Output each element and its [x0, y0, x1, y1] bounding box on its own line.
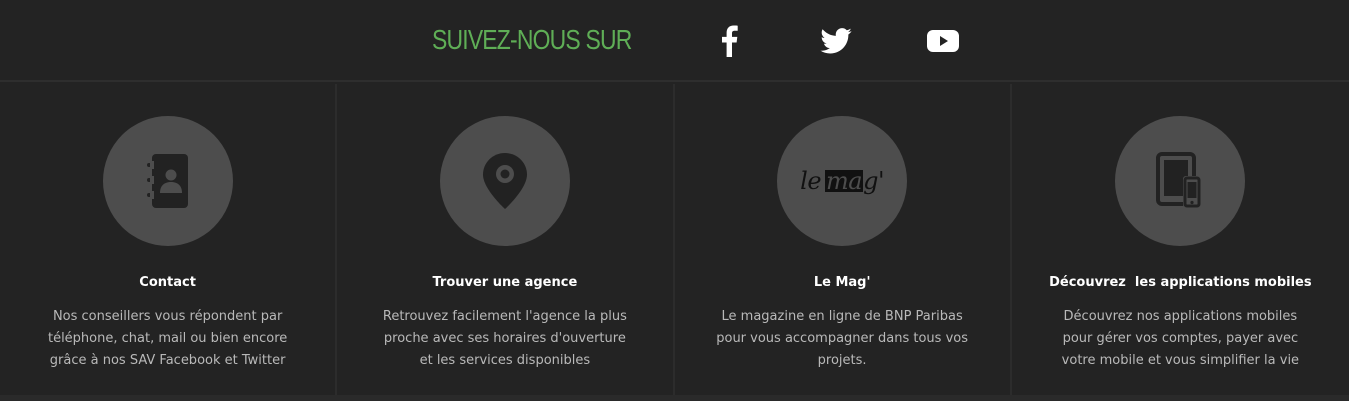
description-line: Nos conseillers vous répondent par [52, 309, 283, 324]
mobile-apps-card[interactable]: Découvrez les applications mobiles Décou… [1012, 84, 1349, 395]
social-follow-bar: SUIVEZ-NOUS SUR [0, 0, 1349, 82]
description-line: proche avec ses horaires d'ouverture [383, 331, 626, 346]
le-mag-title: Le Mag' [813, 275, 871, 290]
le-mag-logo-le: le [800, 167, 822, 195]
le-mag-circle: le ma g' [777, 116, 908, 246]
description-line: téléphone, chat, mail ou bien encore [47, 331, 288, 346]
description-line: projets. [817, 353, 867, 368]
follow-us-title: SUIVEZ-NOUS SUR [432, 24, 632, 55]
description-line: Retrouvez facilement l'agence la plus [382, 309, 627, 324]
description-line: Le magazine en ligne de BNP Paribas [721, 309, 963, 324]
le-mag-logo: le ma g' [800, 167, 884, 195]
description-line: grâce à nos SAV Facebook et Twitter [49, 353, 286, 368]
find-agency-description: Retrouvez facilement l'agence la plus pr… [377, 306, 632, 372]
mobile-apps-title: Découvrez les applications mobiles [1049, 275, 1312, 290]
contact-card[interactable]: Contact Nos conseillers vous répondent p… [0, 84, 338, 395]
description-line: et les services disponibles [419, 353, 591, 368]
contact-description: Nos conseillers vous répondent par télép… [40, 306, 295, 372]
find-agency-card[interactable]: Trouver une agence Retrouvez facilement … [337, 84, 675, 395]
youtube-link[interactable] [924, 22, 962, 60]
contact-title: Contact [139, 275, 196, 290]
facebook-icon [722, 25, 738, 57]
contact-circle [102, 116, 233, 246]
description-line: pour vous accompagner dans tous vos [716, 331, 968, 346]
le-mag-card[interactable]: le ma g' Le Mag' Le magazine en ligne de… [675, 84, 1012, 395]
le-mag-logo-mag: ma [825, 167, 864, 195]
description-line: Découvrez nos applications mobiles [1063, 309, 1298, 324]
find-agency-circle [439, 116, 570, 246]
find-agency-title: Trouver une agence [432, 275, 578, 290]
youtube-icon [927, 30, 959, 52]
twitter-link[interactable] [816, 22, 856, 60]
le-mag-logo-rest: g' [863, 167, 885, 195]
facebook-link[interactable] [712, 22, 746, 60]
tablet-phone-icon [1156, 152, 1202, 208]
twitter-icon [820, 28, 852, 54]
description-line: pour gérer vos comptes, payer avec [1062, 331, 1299, 346]
address-book-icon [146, 154, 188, 208]
bottom-divider [0, 395, 1349, 401]
mobile-apps-description: Découvrez nos applications mobiles pour … [1052, 306, 1309, 372]
map-pin-icon [482, 153, 527, 209]
mobile-apps-circle [1115, 116, 1246, 246]
description-line: votre mobile et vous simplifier la vie [1061, 353, 1300, 368]
le-mag-description: Le magazine en ligne de BNP Paribas pour… [715, 306, 970, 372]
services-grid: Contact Nos conseillers vous répondent p… [0, 84, 1349, 395]
